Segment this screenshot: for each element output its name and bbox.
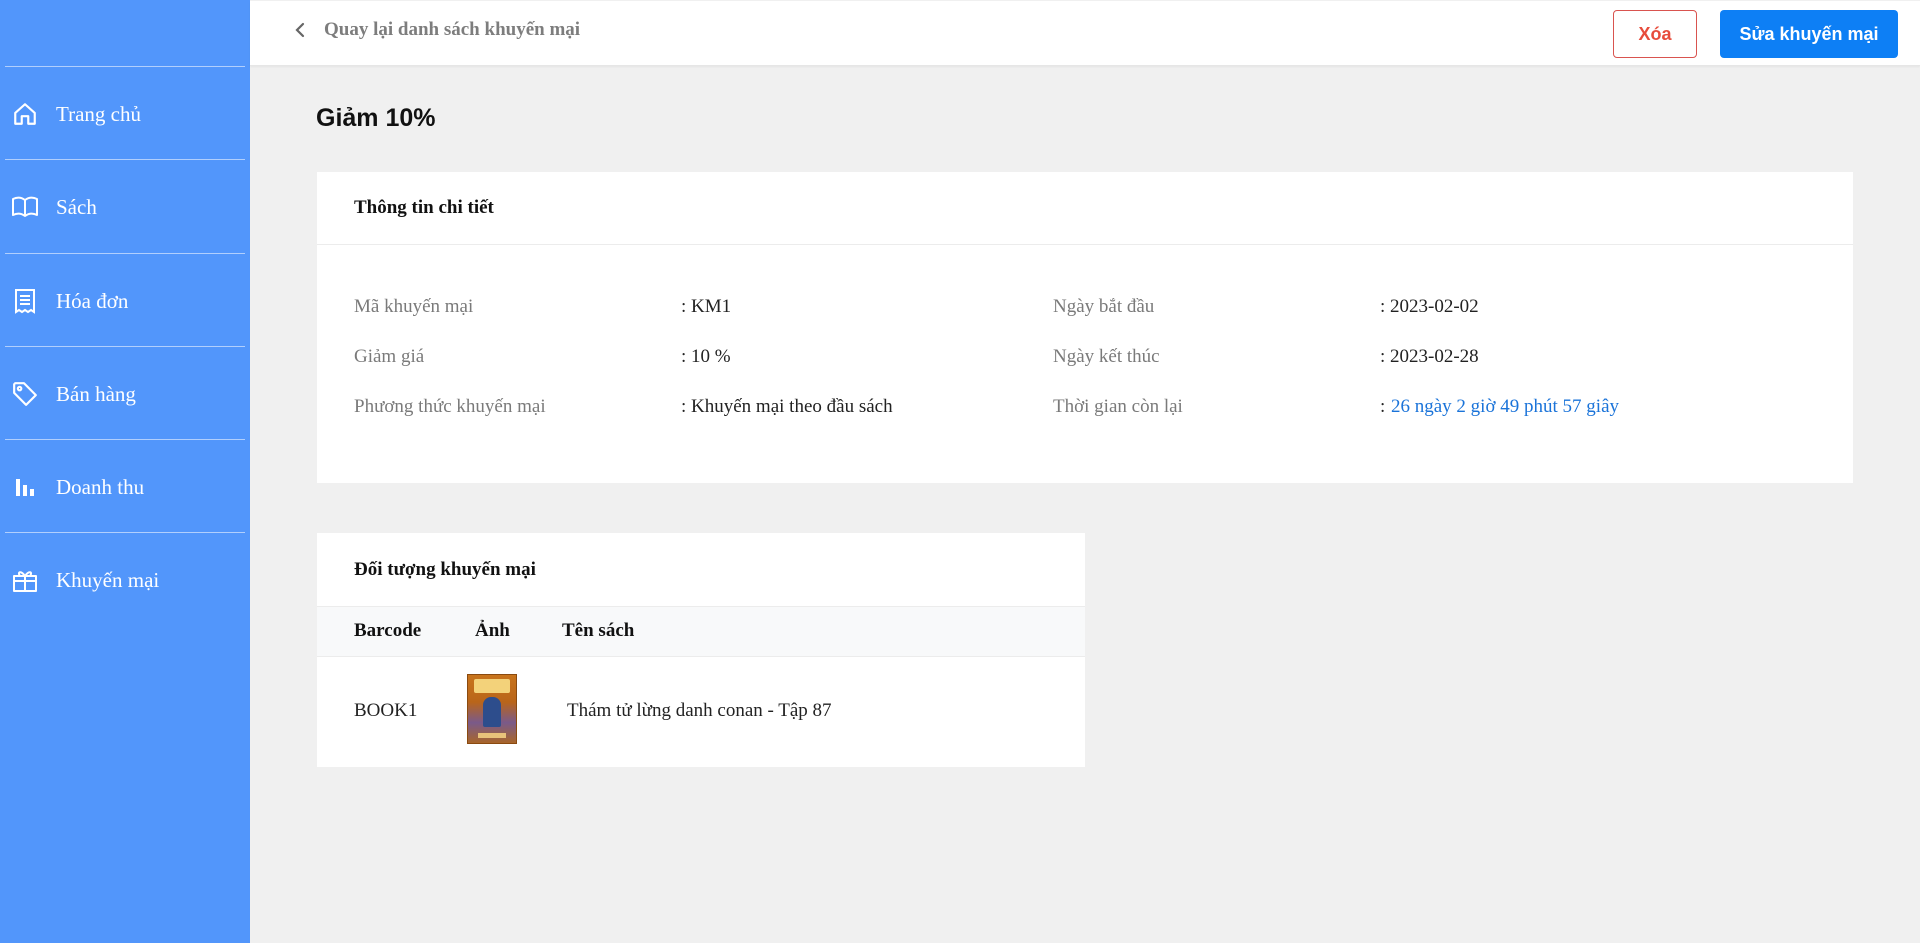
bar-chart-icon — [10, 472, 40, 502]
sidebar-divider — [5, 253, 245, 254]
end-date-label: Ngày kết thúc — [1053, 346, 1160, 367]
tag-icon — [10, 379, 40, 409]
barcode-cell: BOOK1 — [354, 700, 418, 721]
method-label: Phương thức khuyến mại — [354, 396, 546, 417]
sidebar-item-label: Hóa đơn — [56, 288, 129, 313]
sidebar-item-sales[interactable]: Bán hàng — [0, 369, 250, 419]
end-date-value: : 2023-02-28 — [1380, 346, 1479, 367]
detail-card: Thông tin chi tiết Mã khuyến mại : KM1 G… — [317, 172, 1853, 483]
sidebar-item-promotions[interactable]: Khuyến mại — [0, 555, 250, 605]
sidebar-item-label: Bán hàng — [56, 381, 136, 406]
column-header-book-name: Tên sách — [562, 620, 635, 641]
sidebar-divider — [5, 66, 245, 67]
sidebar-divider — [5, 439, 245, 440]
column-header-barcode: Barcode — [354, 620, 422, 641]
delete-button[interactable]: Xóa — [1613, 10, 1697, 58]
promo-code-label: Mã khuyến mại — [354, 296, 474, 317]
sidebar-item-invoices[interactable]: Hóa đơn — [0, 276, 250, 326]
remaining-time-colon: : — [1380, 396, 1386, 417]
promo-code-value: : KM1 — [681, 296, 732, 317]
detail-card-title: Thông tin chi tiết — [317, 172, 1853, 245]
table-header: Barcode Ảnh Tên sách — [317, 606, 1085, 657]
discount-value: : 10 % — [681, 346, 731, 367]
start-date-value: : 2023-02-02 — [1380, 296, 1479, 317]
sidebar-divider — [5, 159, 245, 160]
target-card-title: Đối tượng khuyến mại — [354, 558, 536, 580]
sidebar-item-label: Khuyến mại — [56, 567, 160, 592]
promotion-target-card: Đối tượng khuyến mại Barcode Ảnh Tên sác… — [317, 533, 1085, 767]
sidebar-item-label: Doanh thu — [56, 474, 145, 499]
sidebar-item-revenue[interactable]: Doanh thu — [0, 462, 250, 512]
top-bar: Quay lại danh sách khuyến mại Xóa Sửa kh… — [250, 1, 1920, 66]
receipt-icon — [10, 286, 40, 316]
sidebar-item-label: Trang chủ — [56, 101, 141, 126]
book-name-cell: Thám tử lừng danh conan - Tập 87 — [567, 700, 832, 721]
column-header-image: Ảnh — [475, 620, 510, 641]
discount-label: Giảm giá — [354, 346, 425, 367]
page-title: Giảm 10% — [316, 104, 436, 132]
start-date-label: Ngày bắt đầu — [1053, 296, 1155, 317]
home-icon — [10, 99, 40, 129]
method-value: : Khuyến mại theo đầu sách — [681, 396, 893, 417]
chevron-left-icon — [294, 20, 310, 40]
back-link-label: Quay lại danh sách khuyến mại — [324, 19, 581, 40]
sidebar-divider — [5, 532, 245, 533]
book-cover-image — [467, 674, 517, 744]
gift-icon — [10, 565, 40, 595]
table-row[interactable]: BOOK1 Thám tử lừng danh conan - Tập 87 — [317, 657, 1085, 767]
edit-promotion-button[interactable]: Sửa khuyến mại — [1720, 10, 1898, 58]
sidebar-item-books[interactable]: Sách — [0, 182, 250, 232]
sidebar-divider — [5, 346, 245, 347]
remaining-time-value: 26 ngày 2 giờ 49 phút 57 giây — [1391, 396, 1619, 417]
sidebar-item-home[interactable]: Trang chủ — [0, 89, 250, 139]
book-icon — [10, 192, 40, 222]
sidebar: Trang chủ Sách Hóa đơn Bán hàng Doanh th… — [0, 0, 250, 943]
sidebar-item-label: Sách — [56, 194, 97, 219]
back-link[interactable]: Quay lại danh sách khuyến mại — [294, 19, 580, 41]
remaining-time-label: Thời gian còn lại — [1053, 396, 1183, 417]
